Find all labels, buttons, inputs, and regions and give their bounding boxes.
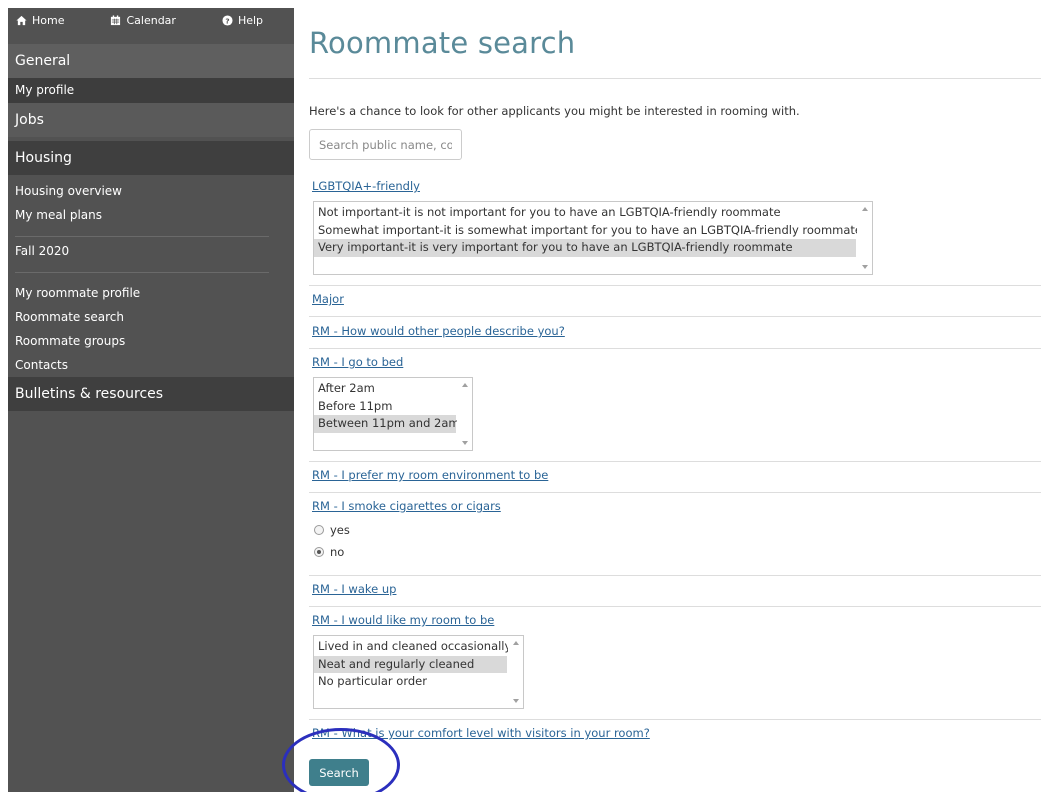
search-input[interactable] — [309, 129, 462, 160]
intro-text: Here's a chance to look for other applic… — [309, 104, 800, 118]
scroll-down-arrow-icon[interactable] — [513, 699, 519, 703]
filter-visitors-link[interactable]: RM - What is your comfort level with vis… — [312, 726, 650, 740]
scroll-down-arrow-icon[interactable] — [862, 265, 868, 269]
filter-smoke-link[interactable]: RM - I smoke cigarettes or cigars — [312, 499, 501, 513]
filter-environment-link[interactable]: RM - I prefer my room environment to be — [312, 468, 548, 482]
scroll-up-arrow-icon[interactable] — [462, 383, 468, 387]
sidebar-item-my-profile[interactable]: My profile — [8, 78, 294, 103]
filter-lgbtqia-link[interactable]: LGBTQIA+-friendly — [312, 179, 420, 193]
section-divider — [309, 348, 1041, 349]
filter-wake-link[interactable]: RM - I wake up — [312, 582, 396, 596]
sidebar-item-roommate-search[interactable]: Roommate search — [8, 305, 294, 329]
sidebar-item-roommate-groups[interactable]: Roommate groups — [8, 329, 294, 353]
section-divider — [309, 461, 1041, 462]
scroll-up-arrow-icon[interactable] — [862, 207, 868, 211]
radio-button[interactable] — [314, 525, 324, 535]
scroll-up-arrow-icon[interactable] — [513, 641, 519, 645]
search-button[interactable]: Search — [309, 759, 369, 786]
section-divider — [309, 285, 1041, 286]
lgbtqia-option-selected[interactable]: Very important-it is very important for … — [314, 239, 856, 257]
bed-option[interactable]: After 2am — [314, 380, 472, 398]
sidebar-item-contacts[interactable]: Contacts — [8, 353, 294, 377]
section-divider — [309, 575, 1041, 576]
svg-text:?: ? — [225, 16, 229, 25]
sidebar-section-general[interactable]: General — [8, 44, 294, 78]
room-option[interactable]: No particular order — [314, 673, 523, 691]
section-divider — [309, 316, 1041, 317]
radio-button-checked[interactable] — [314, 547, 324, 557]
sidebar-item-my-roommate-profile[interactable]: My roommate profile — [8, 281, 294, 305]
room-listbox[interactable]: Lived in and cleaned occasionally Neat a… — [313, 635, 524, 709]
home-icon — [16, 15, 27, 26]
section-divider — [309, 606, 1041, 607]
nav-home-label: Home — [32, 14, 65, 27]
radio-label: no — [330, 545, 345, 559]
title-divider — [309, 78, 1041, 79]
top-nav: Home Calendar ? Help — [8, 8, 294, 44]
section-divider — [309, 492, 1041, 493]
smoke-radio-no[interactable]: no — [314, 545, 344, 559]
bed-listbox[interactable]: After 2am Before 11pm Between 11pm and 2… — [313, 377, 473, 451]
scroll-down-arrow-icon[interactable] — [462, 441, 468, 445]
bed-option-selected[interactable]: Between 11pm and 2am — [314, 415, 460, 433]
lgbtqia-option[interactable]: Not important-it is not important for yo… — [314, 204, 872, 222]
sidebar-item-my-meal-plans[interactable]: My meal plans — [8, 203, 294, 227]
smoke-radio-yes[interactable]: yes — [314, 523, 350, 537]
section-divider — [309, 719, 1041, 720]
sidebar-section-housing[interactable]: Housing — [8, 141, 294, 175]
sidebar-section-bulletins[interactable]: Bulletins & resources — [8, 377, 294, 411]
lgbtqia-scrollbar[interactable] — [857, 202, 872, 274]
help-icon: ? — [222, 15, 233, 26]
room-option[interactable]: Lived in and cleaned occasionally — [314, 638, 523, 656]
lgbtqia-listbox[interactable]: Not important-it is not important for yo… — [313, 201, 873, 275]
nav-help-link[interactable]: ? Help — [222, 14, 263, 27]
room-scrollbar[interactable] — [508, 636, 523, 708]
sidebar-item-fall-2020[interactable]: Fall 2020 — [8, 239, 294, 263]
filter-major-link[interactable]: Major — [312, 292, 344, 306]
filter-room-link[interactable]: RM - I would like my room to be — [312, 613, 494, 627]
bed-scrollbar[interactable] — [457, 378, 472, 450]
radio-label: yes — [330, 523, 350, 537]
nav-home-link[interactable]: Home — [16, 14, 64, 27]
sidebar: Home Calendar ? Help General My profile … — [8, 8, 294, 792]
sidebar-item-housing-overview[interactable]: Housing overview — [8, 179, 294, 203]
bed-option[interactable]: Before 11pm — [314, 398, 472, 416]
page-title: Roommate search — [309, 26, 576, 60]
filter-bed-link[interactable]: RM - I go to bed — [312, 355, 403, 369]
nav-calendar-label: Calendar — [126, 14, 176, 27]
nav-help-label: Help — [237, 14, 264, 27]
lgbtqia-option[interactable]: Somewhat important-it is somewhat import… — [314, 222, 872, 240]
filter-describe-link[interactable]: RM - How would other people describe you… — [312, 324, 565, 338]
sidebar-section-jobs[interactable]: Jobs — [8, 103, 294, 137]
calendar-icon — [111, 15, 121, 26]
room-option-selected[interactable]: Neat and regularly cleaned — [314, 655, 507, 673]
nav-calendar-link[interactable]: Calendar — [110, 14, 176, 27]
